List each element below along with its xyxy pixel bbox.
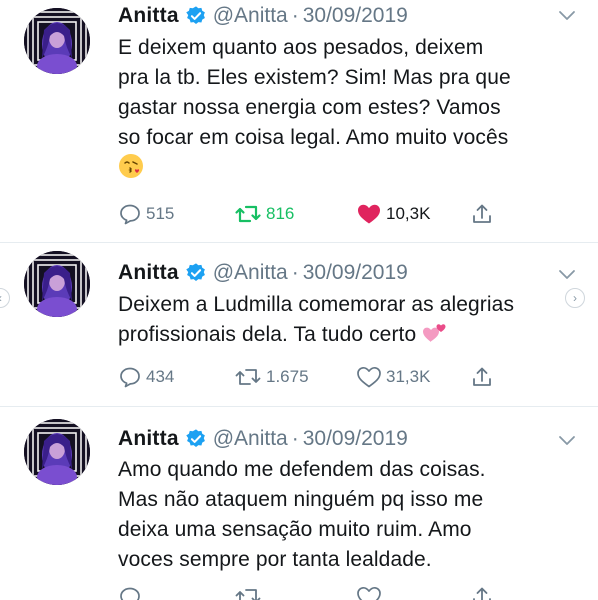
reply-icon <box>120 367 140 388</box>
like-count: 10,3K <box>386 204 431 223</box>
chevron-down-icon[interactable] <box>558 435 576 447</box>
share-icon <box>473 204 491 223</box>
tweet-text-line: voces sempre por tanta lealdade. <box>118 548 432 571</box>
tweet-text-line: E deixem quanto aos pesados, deixem <box>118 36 484 59</box>
two-hearts-emoji <box>423 324 446 342</box>
retweet-count: 1.675 <box>266 367 309 386</box>
retweet-count: 816 <box>266 204 295 223</box>
verified-badge-icon <box>185 5 207 27</box>
reply-count: 515 <box>146 204 175 223</box>
tweet-screenshot: ‹ › Anitta <box>0 0 598 600</box>
verified-badge-icon <box>185 428 207 450</box>
retweet-icon <box>235 369 261 385</box>
display-name[interactable]: Anitta <box>118 427 179 451</box>
display-name[interactable]: Anitta <box>118 261 179 285</box>
share-icon <box>473 587 491 600</box>
tweet-emoji-line <box>118 153 578 184</box>
like-count: 31,3K <box>386 367 431 386</box>
tweet-actions: 434 1.675 31,3K <box>118 362 518 392</box>
tweet[interactable]: Anitta @Anitta · 30/09/2019 Amo quando m… <box>0 407 598 600</box>
chevron-down-icon[interactable] <box>558 10 576 22</box>
tweet-text: Amo quando me defendem das coisas. Mas n… <box>118 455 578 575</box>
tweet-date[interactable]: 30/09/2019 <box>303 261 408 285</box>
tweet-text-line: Deixem a Ludmilla comemorar as alegrias <box>118 293 515 316</box>
reply-icon <box>120 587 140 600</box>
tweet-text-line: gastar nossa energia com estes? Vamos <box>118 96 501 119</box>
tweet-text-line: profissionais dela. Ta tudo certo <box>118 320 578 350</box>
share-button[interactable] <box>470 362 498 392</box>
tweet-text-line-content: profissionais dela. Ta tudo certo <box>118 323 417 346</box>
tweet-text-line: pra la tb. Eles existem? Sim! Mas pra qu… <box>118 66 511 89</box>
chevron-down-icon[interactable] <box>558 269 576 281</box>
retweet-button[interactable] <box>234 582 266 600</box>
like-button[interactable] <box>356 582 386 600</box>
tweet-header: Anitta @Anitta · 30/09/2019 <box>118 257 408 289</box>
tweet-date[interactable]: 30/09/2019 <box>303 427 408 451</box>
like-button[interactable]: 31,3K <box>356 362 430 392</box>
tweet-text: Deixem a Ludmilla comemorar as alegrias … <box>118 290 578 350</box>
reply-icon <box>120 204 140 225</box>
reply-count: 434 <box>146 367 175 386</box>
tweet-text: E deixem quanto aos pesados, deixem pra … <box>118 33 578 184</box>
tweet-text-line: so focar em coisa legal. Amo muito vocês <box>118 126 509 149</box>
reply-button[interactable] <box>118 582 146 600</box>
separator-dot: · <box>291 261 299 284</box>
separator-dot: · <box>291 4 299 27</box>
tweet-date[interactable]: 30/09/2019 <box>303 4 408 28</box>
tweet-actions <box>118 582 518 600</box>
tweet-header: Anitta @Anitta · 30/09/2019 <box>118 423 408 455</box>
avatar[interactable] <box>24 419 90 485</box>
retweet-button[interactable]: 1.675 <box>234 362 309 392</box>
reply-button[interactable]: 515 <box>118 199 174 229</box>
share-button[interactable] <box>470 582 498 600</box>
kissing-face-with-heart-emoji <box>119 154 143 178</box>
avatar[interactable] <box>24 251 90 317</box>
retweet-icon <box>235 205 261 223</box>
handle[interactable]: @Anitta <box>213 427 288 451</box>
tweet[interactable]: Anitta @Anitta · 30/09/2019 E deixem qua… <box>0 0 598 243</box>
tweet-text-line: Amo quando me defendem das coisas. <box>118 458 486 481</box>
handle[interactable]: @Anitta <box>213 4 288 28</box>
heart-icon <box>357 586 381 600</box>
tweet-text-line: Mas não ataquem ninguém pq isso me <box>118 488 484 511</box>
reply-button[interactable]: 434 <box>118 362 174 392</box>
tweet[interactable]: Anitta @Anitta · 30/09/2019 Deixem a Lud… <box>0 243 598 407</box>
tweet-text-line: deixa uma sensação muito ruim. Amo <box>118 518 472 541</box>
heart-icon <box>358 204 380 224</box>
retweet-button[interactable]: 816 <box>234 199 294 229</box>
tweet-header: Anitta @Anitta · 30/09/2019 <box>118 0 408 32</box>
handle[interactable]: @Anitta <box>213 261 288 285</box>
verified-badge-icon <box>185 262 207 284</box>
share-button[interactable] <box>470 199 498 229</box>
like-button[interactable]: 10,3K <box>356 199 430 229</box>
avatar[interactable] <box>24 8 90 74</box>
display-name[interactable]: Anitta <box>118 4 179 28</box>
separator-dot: · <box>291 427 299 450</box>
share-icon <box>473 367 491 386</box>
tweet-actions: 515 816 10,3K <box>118 199 518 229</box>
heart-icon <box>357 366 381 388</box>
retweet-icon <box>235 589 261 600</box>
